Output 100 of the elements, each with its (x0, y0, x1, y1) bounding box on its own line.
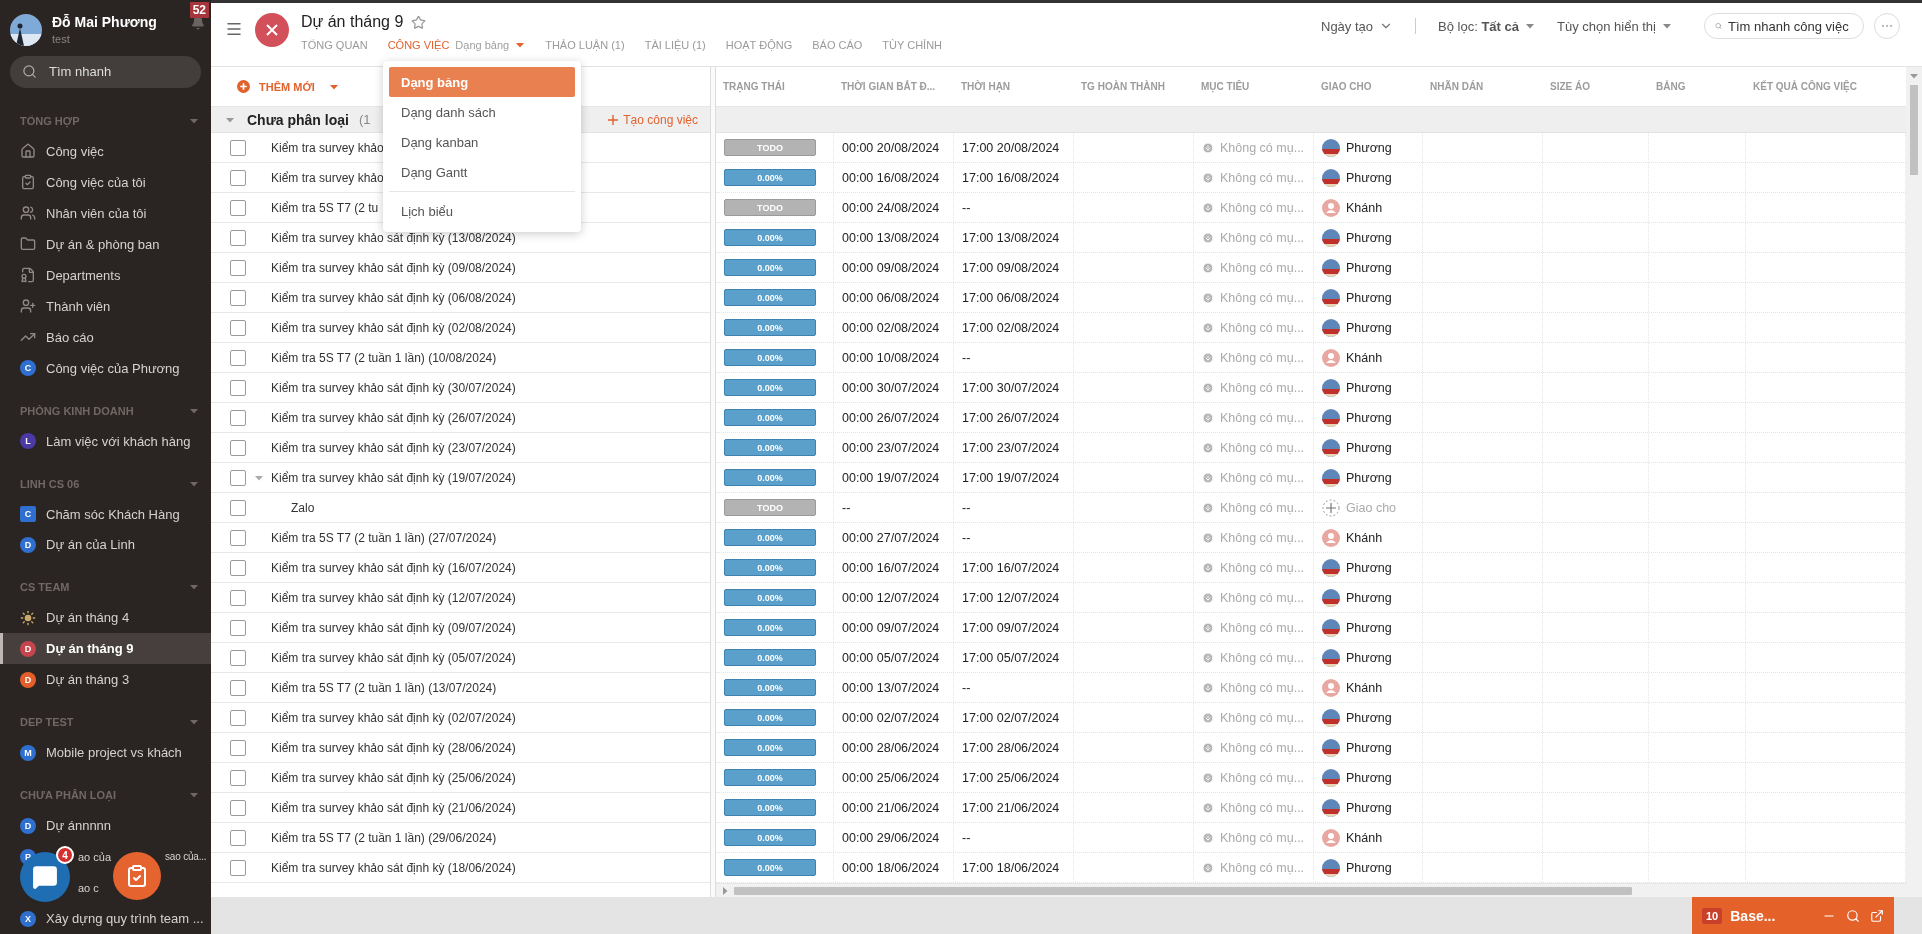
task-title[interactable]: Kiểm tra survey khảo sát định kỳ (30/07/2024) (271, 380, 516, 395)
checkbox[interactable] (230, 229, 246, 246)
sidebar-item[interactable]: Công việc (0, 135, 211, 167)
task-title[interactable]: Kiểm tra survey khảo sát định kỳ (18/06/2024) (271, 860, 516, 875)
menu-button[interactable] (225, 20, 243, 38)
item-label[interactable]: Xây dựng quy trình team ... (46, 911, 204, 927)
task-title[interactable]: Kiểm tra survey khảo (271, 140, 384, 155)
sidebar-item[interactable]: Báo cáo (0, 321, 211, 353)
item-label[interactable]: Làm việc với khách hàng (46, 433, 191, 449)
task-title[interactable]: Kiểm tra survey khảo sát định kỳ (23/07/2024) (271, 440, 516, 455)
search-icon[interactable] (1846, 908, 1860, 923)
task-title[interactable]: Kiểm tra survey khảo sát định kỳ (05/07/2024) (271, 650, 516, 665)
scroll-thumb[interactable] (734, 886, 1633, 895)
checkbox[interactable] (230, 859, 246, 876)
task-title[interactable]: Kiểm tra survey khảo (271, 170, 384, 185)
checkbox[interactable] (230, 409, 246, 426)
task-title[interactable]: Kiểm tra 5S T7 (2 tuần 1 lần) (29/06/2024) (271, 830, 497, 845)
checkbox[interactable] (230, 649, 246, 666)
checkbox[interactable] (230, 829, 246, 846)
sidebar-item[interactable]: Thành viên (0, 290, 211, 322)
item-label[interactable]: Dự án & phòng ban (46, 236, 160, 252)
checkbox[interactable] (230, 679, 246, 696)
add-person-icon[interactable] (1322, 498, 1340, 517)
task-title[interactable]: Kiểm tra 5S T7 (2 tuần 1 lần) (27/07/2024) (271, 530, 497, 545)
item-label[interactable]: Công việc của Phương (46, 360, 180, 376)
sidebar-item[interactable]: D Dự án tháng 9 (0, 633, 211, 665)
task-title[interactable]: Kiểm tra survey khảo sát định kỳ (26/07/2024) (271, 410, 516, 425)
bell-icon[interactable] (191, 16, 205, 30)
task-title[interactable]: Kiểm tra survey khảo sát định kỳ (02/08/2024) (271, 320, 516, 335)
item-label[interactable]: ao c (78, 881, 99, 894)
task-title[interactable]: Kiểm tra survey khảo sát định kỳ (12/07/2024) (271, 590, 516, 605)
checkbox[interactable] (230, 169, 246, 186)
checkbox[interactable] (230, 499, 246, 516)
sidebar-item[interactable]: C Chăm sóc Khách Hàng (0, 498, 211, 530)
checkbox[interactable] (230, 439, 246, 456)
task-title[interactable]: Kiểm tra survey khảo sát định kỳ (09/07/2024) (271, 620, 516, 635)
sidebar-item[interactable]: Nhân viên của tôi (0, 197, 211, 229)
menu-item[interactable]: Dạng danh sách (389, 97, 575, 127)
checkbox[interactable] (230, 319, 246, 336)
item-label[interactable]: Báo cáo (46, 329, 94, 345)
task-title[interactable]: Kiểm tra survey khảo sát định kỳ (28/06/2024) (271, 740, 516, 755)
checkbox[interactable] (230, 259, 246, 276)
task-title[interactable]: Zalo (291, 500, 315, 515)
item-label[interactable]: Dự án tháng 3 (46, 672, 130, 688)
task-title[interactable]: Kiểm tra survey khảo sát định kỳ (02/07/2024) (271, 710, 516, 725)
item-label[interactable]: ao của (78, 850, 112, 863)
task-title[interactable]: Kiểm tra survey khảo sát định kỳ (21/06/2024) (271, 800, 516, 815)
chat-button[interactable] (20, 852, 70, 902)
search-field[interactable]: Tìm nhanh (10, 55, 201, 88)
base-panel[interactable]: 10 Base... (1692, 897, 1894, 934)
task-title[interactable]: Kiểm tra survey khảo sát định kỳ (06/08/2024) (271, 290, 516, 305)
item-label[interactable]: Dự án của Linh (46, 537, 135, 553)
scrollbar[interactable] (1906, 67, 1922, 897)
display-options-button[interactable]: Tùy chọn hiển thị (1557, 18, 1672, 34)
search-input[interactable]: Tìm nhanh công việc (1728, 18, 1853, 34)
item-label[interactable]: Nhân viên của tôi (46, 205, 147, 221)
checkbox[interactable] (230, 379, 246, 396)
tab[interactable]: CÔNG VIỆC (387, 39, 450, 51)
item-label[interactable]: Dự án tháng 9 (46, 641, 134, 657)
sidebar-item[interactable]: X Xây dựng quy trình team ... (0, 903, 211, 934)
checkbox[interactable] (230, 529, 246, 546)
sidebar-item[interactable]: D Dự án tháng 3 (0, 664, 211, 696)
sidebar-item[interactable]: C Công việc của Phương (0, 352, 211, 384)
sidebar-item[interactable]: D Dự ánnnnn (0, 810, 211, 842)
item-label[interactable]: Departments (46, 267, 121, 283)
checkbox[interactable] (230, 619, 246, 636)
item-label[interactable]: Mobile project vs khách (46, 745, 182, 761)
task-title[interactable]: Kiểm tra 5S T7 (2 tu (271, 200, 379, 215)
item-label[interactable]: Thành viên (46, 298, 111, 314)
checkbox[interactable] (230, 709, 246, 726)
item-label[interactable]: Công việc (46, 143, 104, 159)
sidebar-item[interactable]: L Làm việc với khách hàng (0, 425, 211, 457)
star-icon[interactable] (411, 14, 427, 30)
checkbox[interactable] (230, 769, 246, 786)
checkbox[interactable] (230, 139, 246, 156)
scrollbar[interactable] (716, 883, 1906, 897)
task-title[interactable]: Kiểm tra survey khảo sát định kỳ (19/07/2024) (271, 470, 516, 485)
menu-item[interactable]: Dạng Gantt (389, 157, 575, 187)
sort-button[interactable]: Ngày tạo (1321, 18, 1394, 34)
task-title[interactable]: Kiểm tra 5S T7 (2 tuần 1 lần) (13/07/2024) (271, 680, 497, 695)
scroll-thumb[interactable] (1910, 85, 1918, 175)
checkbox[interactable] (230, 799, 246, 816)
task-button[interactable] (113, 852, 161, 900)
task-title[interactable]: Kiểm tra survey khảo sát định kỳ (09/08/2024) (271, 260, 516, 275)
checkbox[interactable] (230, 469, 246, 486)
sidebar-item[interactable]: M Mobile project vs khách (0, 737, 211, 769)
search-input[interactable]: Tìm nhanh (47, 63, 187, 81)
checkbox[interactable] (230, 589, 246, 606)
task-title[interactable]: Kiểm tra 5S T7 (2 tuần 1 lần) (10/08/2024) (271, 350, 497, 365)
sidebar-item[interactable]: D Dự án của Linh (0, 529, 211, 561)
sidebar-item[interactable]: Công việc của tôi (0, 166, 211, 198)
external-link-icon[interactable] (1870, 908, 1884, 923)
sidebar-item[interactable]: Dự án tháng 4 (0, 602, 211, 634)
checkbox[interactable] (230, 289, 246, 306)
task-title[interactable]: Kiểm tra survey khảo sát định kỳ (25/06/2024) (271, 770, 516, 785)
item-label[interactable]: Công việc của tôi (46, 174, 146, 190)
filter-button[interactable]: Bộ lọc: Tất cả (1438, 18, 1535, 34)
checkbox[interactable] (230, 349, 246, 366)
item-label[interactable]: Dự án tháng 4 (46, 610, 130, 626)
checkbox[interactable] (230, 559, 246, 576)
